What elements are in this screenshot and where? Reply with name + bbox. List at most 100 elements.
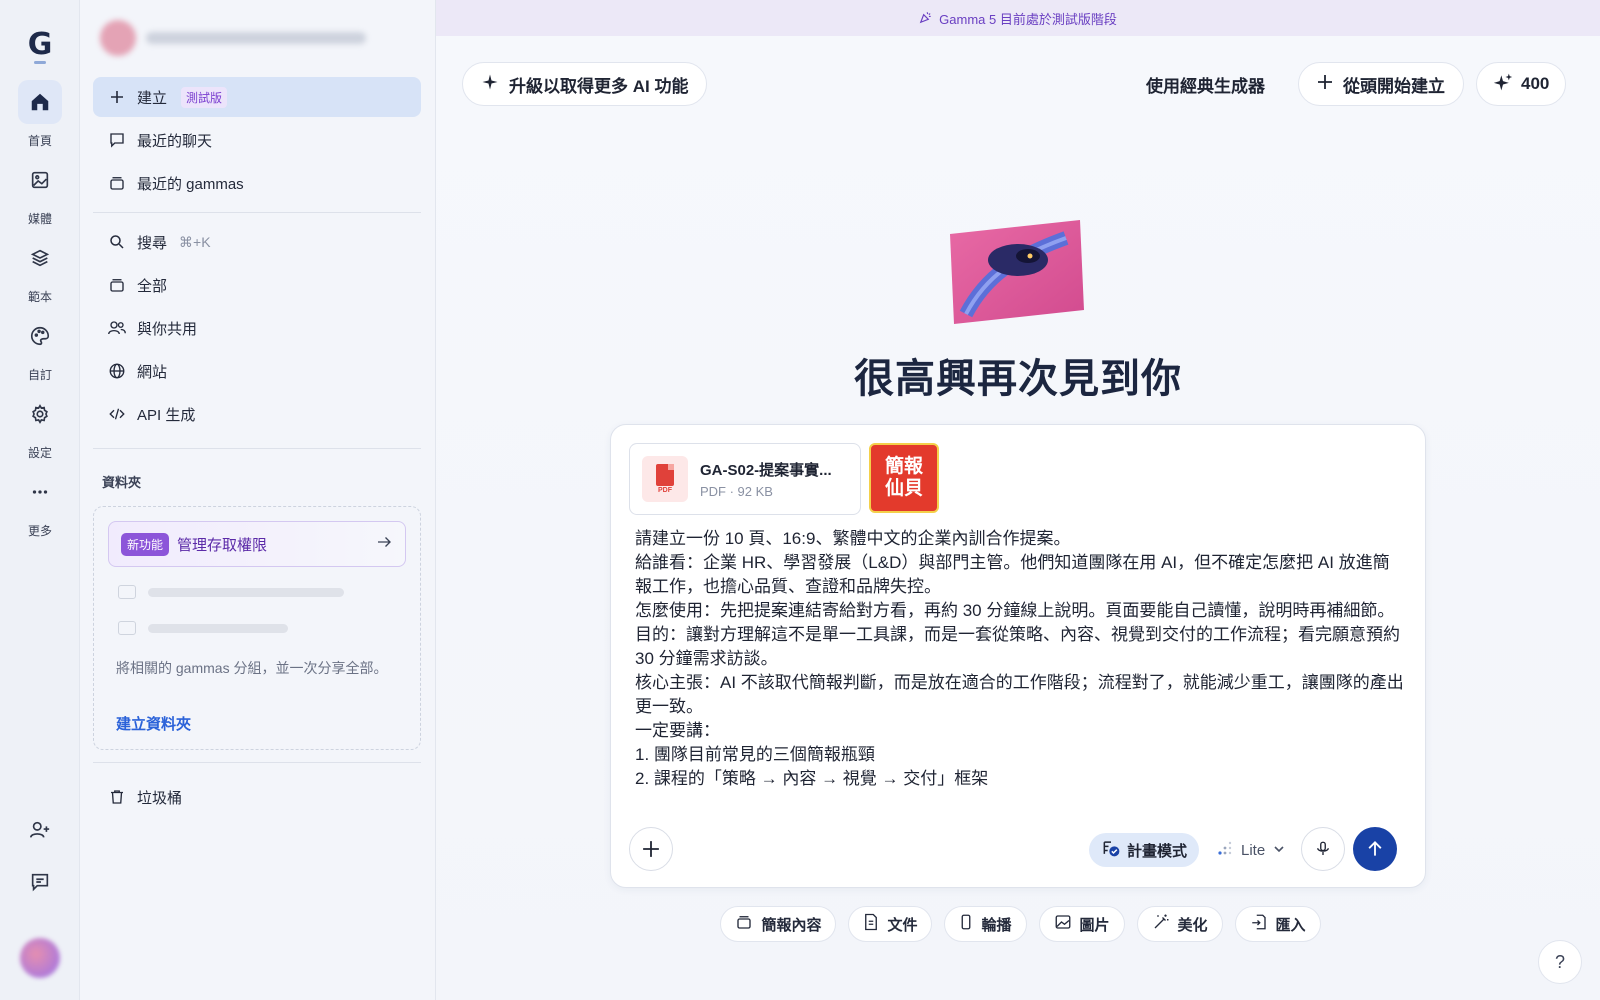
sidebar-item-label: 全部 bbox=[137, 277, 168, 295]
plus-icon bbox=[1317, 74, 1333, 95]
sidebar-item-recent-gammas[interactable]: 最近的 gammas bbox=[93, 163, 421, 203]
sidebar-item-recent-chats[interactable]: 最近的聊天 bbox=[93, 120, 421, 160]
prompt-line: 請建立一份 10 頁、16:9、繁體中文的企業內訓合作提案。 bbox=[635, 529, 1071, 548]
sidebar-item-search[interactable]: 搜尋 ⌘+K bbox=[93, 222, 421, 262]
chat-icon bbox=[107, 130, 127, 150]
rail-label-more: 更多 bbox=[27, 524, 52, 538]
sidebar: 建立 測試版 最近的聊天 最近的 gammas 搜尋 ⌘+K 全部 與你共用 網… bbox=[80, 0, 436, 1000]
send-button[interactable] bbox=[1353, 827, 1397, 871]
prompt-line: 怎麼使用：先把提案連結寄給對方看，再約 30 分鐘線上說明。頁面要能自己讀懂，說… bbox=[635, 601, 1395, 620]
chip-import[interactable]: 匯入 bbox=[1234, 906, 1321, 942]
workspace-switcher[interactable] bbox=[100, 18, 400, 58]
prompt-line: 目的：讓對方理解這不是單一工具課，而是一套從策略、內容、視覺到交付的工作流程；看… bbox=[635, 625, 1405, 668]
create-folder-link[interactable]: 建立資料夾 bbox=[116, 713, 191, 734]
presentation-icon bbox=[735, 913, 753, 935]
add-attachment-button[interactable] bbox=[629, 827, 673, 871]
manage-access-button[interactable]: 新功能 管理存取權限 bbox=[108, 521, 406, 567]
arrow-right-icon bbox=[375, 533, 393, 556]
banner-text: Gamma 5 目前處於測試版階段 bbox=[939, 11, 1117, 27]
folders-heading: 資料夾 bbox=[102, 475, 142, 490]
rail-label-home: 首頁 bbox=[27, 134, 52, 148]
import-icon bbox=[1250, 913, 1268, 935]
credits-count: 400 bbox=[1521, 74, 1550, 93]
image-icon bbox=[1054, 913, 1072, 935]
add-user-icon[interactable] bbox=[18, 808, 62, 852]
plan-mode-toggle[interactable]: 計畫模式 bbox=[1089, 833, 1200, 867]
upgrade-button[interactable]: 升級以取得更多 AI 功能 bbox=[462, 62, 708, 106]
gear-icon bbox=[18, 392, 62, 436]
layers-icon bbox=[18, 236, 62, 280]
feedback-icon[interactable] bbox=[18, 860, 62, 904]
chip-presentation[interactable]: 簡報內容 bbox=[720, 906, 837, 942]
search-icon bbox=[107, 232, 127, 252]
sidebar-item-label: 最近的 gammas bbox=[137, 175, 244, 193]
sidebar-item-api[interactable]: API 生成 bbox=[93, 394, 421, 434]
prompt-line: 1. 團隊目前常見的三個簡報瓶頸 bbox=[635, 745, 875, 764]
prompt-line: 核心主張：AI 不該取代簡報判斷，而是放在適合的工作階段；流程對了，就能減少重工… bbox=[635, 673, 1404, 716]
sidebar-item-label: 建立 bbox=[137, 89, 168, 107]
attachment-meta: PDF · 92 KB bbox=[700, 484, 773, 499]
prompt-line: 2. 課程的「策略 → 內容 → 視覺 → 交付」框架 bbox=[635, 769, 989, 788]
sidebar-item-label: 垃圾桶 bbox=[137, 789, 183, 807]
plan-mode-label: 計畫模式 bbox=[1127, 842, 1188, 860]
sidebar-item-create[interactable]: 建立 測試版 bbox=[93, 77, 421, 117]
gamma-logo[interactable]: G bbox=[22, 24, 58, 64]
rail-item-more[interactable]: 更多 bbox=[10, 470, 70, 539]
hero-title: 很高興再次見到你 bbox=[854, 357, 1182, 401]
home-icon bbox=[18, 80, 62, 124]
voice-input-button[interactable] bbox=[1301, 827, 1345, 871]
more-icon bbox=[18, 470, 62, 514]
party-icon bbox=[919, 10, 933, 27]
image-attachment[interactable]: 簡報 仙貝 bbox=[869, 443, 939, 513]
search-shortcut: ⌘+K bbox=[179, 233, 211, 250]
prompt-textarea[interactable]: 請建立一份 10 頁、16:9、繁體中文的企業內訓合作提案。 給誰看：企業 HR… bbox=[635, 527, 1405, 813]
carousel-icon bbox=[959, 913, 973, 935]
logo-letter: G bbox=[27, 26, 53, 62]
stack-icon bbox=[107, 275, 127, 295]
sidebar-item-sites[interactable]: 網站 bbox=[93, 351, 421, 391]
chip-label: 匯入 bbox=[1275, 916, 1306, 934]
rail-item-home[interactable]: 首頁 bbox=[10, 80, 70, 149]
rail-label-templates: 範本 bbox=[27, 290, 52, 304]
rail-item-customize[interactable]: 自訂 bbox=[10, 314, 70, 383]
prompt-line: 一定要講： bbox=[635, 721, 720, 740]
arrow-up-icon bbox=[1368, 841, 1382, 856]
model-selector[interactable]: Lite bbox=[1217, 833, 1285, 867]
rail-item-media[interactable]: 媒體 bbox=[10, 158, 70, 227]
sidebar-item-label: 最近的聊天 bbox=[137, 132, 213, 150]
prompt-line: 給誰看：企業 HR、學習發展（L&D）與部門主管。他們知道團隊在用 AI，但不確… bbox=[635, 553, 1390, 596]
sidebar-item-label: 網站 bbox=[137, 363, 168, 381]
plus-icon bbox=[643, 841, 659, 857]
document-icon bbox=[863, 913, 879, 935]
folders-panel: 新功能 管理存取權限 將相關的 gammas 分組，並一次分享全部。 建立資料夾 bbox=[93, 506, 421, 750]
help-button[interactable]: ? bbox=[1538, 940, 1582, 984]
hero-illustration bbox=[946, 216, 1086, 328]
model-label: Lite bbox=[1241, 841, 1266, 859]
chip-document[interactable]: 文件 bbox=[848, 906, 933, 942]
folder-icon bbox=[118, 585, 136, 599]
chip-beautify[interactable]: 美化 bbox=[1136, 906, 1223, 942]
attachment-card[interactable]: PDF GA-S02-提案事實... PDF · 92 KB bbox=[629, 443, 861, 515]
rail-item-settings[interactable]: 設定 bbox=[10, 392, 70, 461]
chip-label: 圖片 bbox=[1079, 916, 1110, 934]
credits-button[interactable]: 400 bbox=[1476, 62, 1567, 106]
classic-generator-button[interactable]: 使用經典生成器 bbox=[1146, 62, 1265, 106]
sidebar-item-all[interactable]: 全部 bbox=[93, 265, 421, 305]
chip-image[interactable]: 圖片 bbox=[1038, 906, 1125, 942]
rail-label-media: 媒體 bbox=[27, 212, 52, 226]
sidebar-item-trash[interactable]: 垃圾桶 bbox=[93, 777, 421, 817]
signal-icon bbox=[1217, 840, 1233, 860]
sparkles-icon bbox=[1493, 72, 1513, 97]
stack-icon bbox=[107, 173, 127, 193]
folder-placeholder bbox=[118, 585, 344, 599]
sidebar-divider bbox=[93, 762, 421, 763]
chip-carousel[interactable]: 輪播 bbox=[944, 906, 1027, 942]
sidebar-item-shared[interactable]: 與你共用 bbox=[93, 308, 421, 348]
user-avatar[interactable] bbox=[20, 938, 60, 978]
rail-item-templates[interactable]: 範本 bbox=[10, 236, 70, 305]
start-from-scratch-button[interactable]: 從頭開始建立 bbox=[1298, 62, 1464, 106]
chip-label: 美化 bbox=[1177, 916, 1208, 934]
rail-label-customize: 自訂 bbox=[27, 368, 52, 382]
chevron-down-icon bbox=[1273, 842, 1285, 859]
globe-icon bbox=[107, 361, 127, 381]
